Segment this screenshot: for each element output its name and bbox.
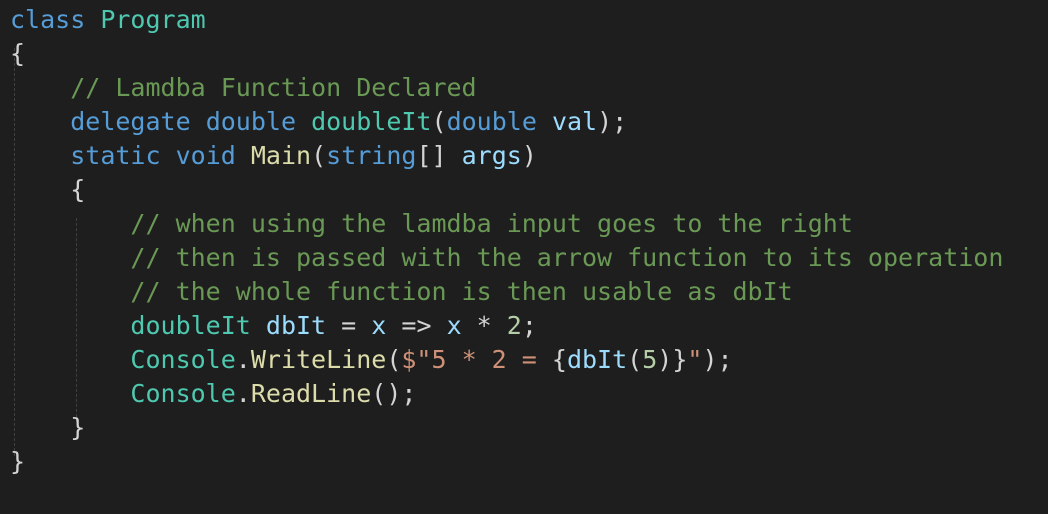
punctuation-token: ); (597, 107, 628, 136)
punctuation-token (10, 379, 130, 408)
method-token: ReadLine (250, 379, 372, 408)
punctuation-token: { (10, 175, 86, 204)
method-token: Main (250, 141, 312, 170)
punctuation-token: * (461, 311, 507, 340)
identifier-token: x (371, 311, 387, 340)
punctuation-token (251, 311, 266, 340)
punctuation-token (161, 141, 176, 170)
keyword-token: double (205, 107, 297, 136)
code-line-11[interactable]: Console.WriteLine($"5 * 2 = {dbIt(5)}"); (10, 343, 733, 377)
punctuation-token (236, 141, 251, 170)
punctuation-token (85, 5, 100, 34)
code-line-2[interactable]: { (10, 37, 25, 71)
type-token: doubleIt (130, 311, 251, 340)
punctuation-token: { (551, 345, 567, 374)
identifier-token: args (461, 141, 522, 170)
code-line-10[interactable]: doubleIt dbIt = x => x * 2; (10, 309, 537, 343)
code-line-12[interactable]: Console.ReadLine(); (10, 377, 416, 411)
identifier-token: x (446, 311, 462, 340)
punctuation-token: { (10, 39, 26, 68)
punctuation-token: ( (311, 141, 327, 170)
punctuation-token: . (235, 345, 251, 374)
punctuation-token (537, 107, 552, 136)
punctuation-token (10, 277, 130, 306)
comment-token: // Lamdba Function Declared (70, 73, 477, 102)
code-line-8[interactable]: // then is passed with the arrow functio… (10, 241, 1003, 275)
punctuation-token (10, 141, 70, 170)
code-line-13[interactable]: } (10, 411, 85, 445)
code-line-7[interactable]: // when using the lamdba input goes to t… (10, 207, 853, 241)
punctuation-token: ( (431, 107, 447, 136)
type-token: Console (130, 345, 236, 374)
identifier-token: dbIt (566, 345, 628, 374)
code-line-6[interactable]: { (10, 173, 85, 207)
code-line-9[interactable]: // the whole function is then usable as … (10, 275, 793, 309)
punctuation-token: )} (657, 345, 688, 374)
keyword-token: double (446, 107, 537, 136)
punctuation-token: ) (521, 141, 537, 170)
identifier-token: dbIt (265, 311, 327, 340)
punctuation-token (10, 73, 70, 102)
punctuation-token: => (386, 311, 447, 340)
punctuation-token: . (235, 379, 251, 408)
punctuation-token: } (10, 447, 26, 476)
code-line-1[interactable]: class Program (10, 3, 206, 37)
string-token: $"5 * 2 = (401, 345, 552, 374)
code-line-3[interactable]: // Lamdba Function Declared (10, 71, 477, 105)
comment-token: // when using the lamdba input goes to t… (130, 209, 853, 238)
punctuation-token: ( (386, 345, 402, 374)
punctuation-token: ( (627, 345, 643, 374)
punctuation-token (10, 107, 70, 136)
method-token: WriteLine (250, 345, 387, 374)
number-token: 5 (642, 345, 658, 374)
type-token: Console (130, 379, 236, 408)
punctuation-token (296, 107, 311, 136)
keyword-token: static (70, 141, 161, 170)
punctuation-token: ); (702, 345, 733, 374)
punctuation-token: (); (371, 379, 417, 408)
identifier-token: val (551, 107, 598, 136)
comment-token: // then is passed with the arrow functio… (130, 243, 1004, 272)
punctuation-token: } (10, 413, 86, 442)
comment-token: // the whole function is then usable as … (130, 277, 793, 306)
punctuation-token (10, 345, 130, 374)
type-token: doubleIt (311, 107, 432, 136)
punctuation-token (10, 311, 130, 340)
keyword-token: delegate (70, 107, 191, 136)
string-token: " (687, 345, 703, 374)
punctuation-token: = (326, 311, 372, 340)
number-token: 2 (506, 311, 522, 340)
code-line-5[interactable]: static void Main(string[] args) (10, 139, 537, 173)
keyword-token: class (10, 5, 86, 34)
code-editor[interactable]: class Program{ // Lamdba Function Declar… (0, 0, 1048, 514)
code-line-14[interactable]: } (10, 445, 25, 479)
punctuation-token (10, 209, 130, 238)
punctuation-token (191, 107, 206, 136)
code-line-4[interactable]: delegate double doubleIt(double val); (10, 105, 627, 139)
keyword-token: string (326, 141, 417, 170)
type-token: Program (100, 5, 206, 34)
keyword-token: void (175, 141, 236, 170)
punctuation-token: [] (416, 141, 462, 170)
punctuation-token (10, 243, 130, 272)
punctuation-token: ; (521, 311, 537, 340)
